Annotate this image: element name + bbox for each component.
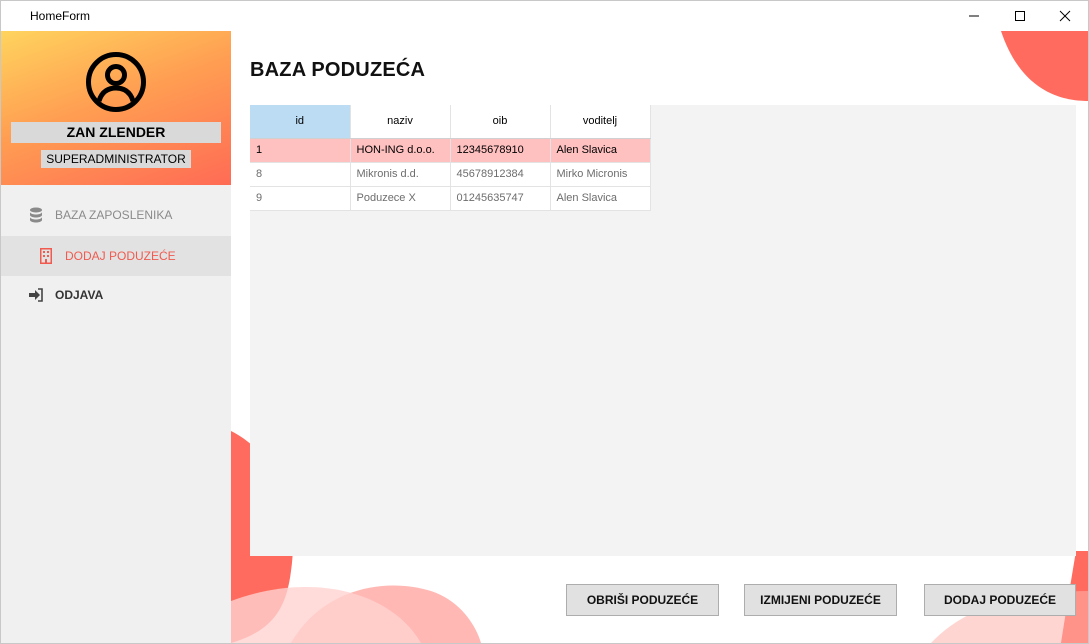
sign-out-icon [28, 287, 44, 303]
minimize-icon [969, 15, 979, 17]
companies-table: id naziv oib voditelj 1 HON-ING d.o.o. 1… [250, 105, 651, 211]
sidebar-item-label: ODJAVA [55, 288, 104, 302]
delete-company-button[interactable]: OBRIŠI PODUZEĆE [566, 584, 719, 616]
maximize-icon [1015, 11, 1025, 21]
sidebar-item-odjava[interactable]: ODJAVA [1, 275, 231, 315]
cell-naziv[interactable]: Mikronis d.d. [350, 162, 451, 187]
cell-naziv[interactable]: Poduzece X [350, 186, 451, 211]
sidebar-item-label: DODAJ PODUZEĆE [65, 249, 176, 263]
table-row[interactable]: 9 Poduzece X 01245635747 Alen Slavica [250, 186, 651, 211]
cell-id[interactable]: 8 [250, 162, 351, 187]
cell-voditelj[interactable]: Alen Slavica [550, 186, 651, 211]
user-circle-icon [86, 52, 146, 112]
cell-naziv[interactable]: HON-ING d.o.o. [350, 138, 451, 163]
cell-oib[interactable]: 12345678910 [450, 138, 551, 163]
cell-oib[interactable]: 01245635747 [450, 186, 551, 211]
table-header-row: id naziv oib voditelj [250, 105, 651, 139]
page-title: BAZA PODUZEĆA [250, 59, 426, 81]
app-window: HomeForm ZAN ZLENDER SUPERADMINISTRATOR [0, 0, 1089, 644]
title-bar: HomeForm [1, 1, 1088, 31]
column-header-voditelj[interactable]: voditelj [550, 105, 651, 139]
maximize-button[interactable] [997, 1, 1043, 31]
table-row[interactable]: 8 Mikronis d.d. 45678912384 Mirko Micron… [250, 162, 651, 187]
close-icon [1059, 10, 1071, 22]
minimize-button[interactable] [951, 1, 997, 31]
cell-voditelj[interactable]: Alen Slavica [550, 138, 651, 163]
sidebar-item-label: BAZA ZAPOSLENIKA [55, 208, 173, 222]
cell-id[interactable]: 1 [250, 138, 351, 163]
companies-grid[interactable]: id naziv oib voditelj 1 HON-ING d.o.o. 1… [250, 105, 1076, 556]
add-company-button[interactable]: DODAJ PODUZEĆE [924, 584, 1076, 616]
user-role: SUPERADMINISTRATOR [41, 150, 191, 168]
column-header-oib[interactable]: oib [450, 105, 551, 139]
window-title: HomeForm [30, 9, 91, 23]
sidebar: ZAN ZLENDER SUPERADMINISTRATOR BAZA ZAPO… [1, 31, 231, 643]
table-row[interactable]: 1 HON-ING d.o.o. 12345678910 Alen Slavic… [250, 138, 651, 163]
cell-id[interactable]: 9 [250, 186, 351, 211]
column-header-naziv[interactable]: naziv [350, 105, 451, 139]
cell-voditelj[interactable]: Mirko Micronis [550, 162, 651, 187]
user-name: ZAN ZLENDER [11, 122, 221, 143]
column-header-id[interactable]: id [250, 105, 351, 139]
database-icon [28, 207, 44, 223]
sidebar-item-dodaj-poduzece[interactable]: DODAJ PODUZEĆE [1, 236, 231, 276]
user-profile-panel: ZAN ZLENDER SUPERADMINISTRATOR [1, 31, 231, 185]
main-content: BAZA PODUZEĆA id naziv oib voditelj 1 HO… [231, 31, 1088, 643]
close-button[interactable] [1042, 1, 1088, 31]
building-icon [38, 248, 54, 264]
cell-oib[interactable]: 45678912384 [450, 162, 551, 187]
edit-company-button[interactable]: IZMIJENI PODUZEĆE [744, 584, 897, 616]
sidebar-item-baza-zaposlenika[interactable]: BAZA ZAPOSLENIKA [1, 195, 231, 235]
